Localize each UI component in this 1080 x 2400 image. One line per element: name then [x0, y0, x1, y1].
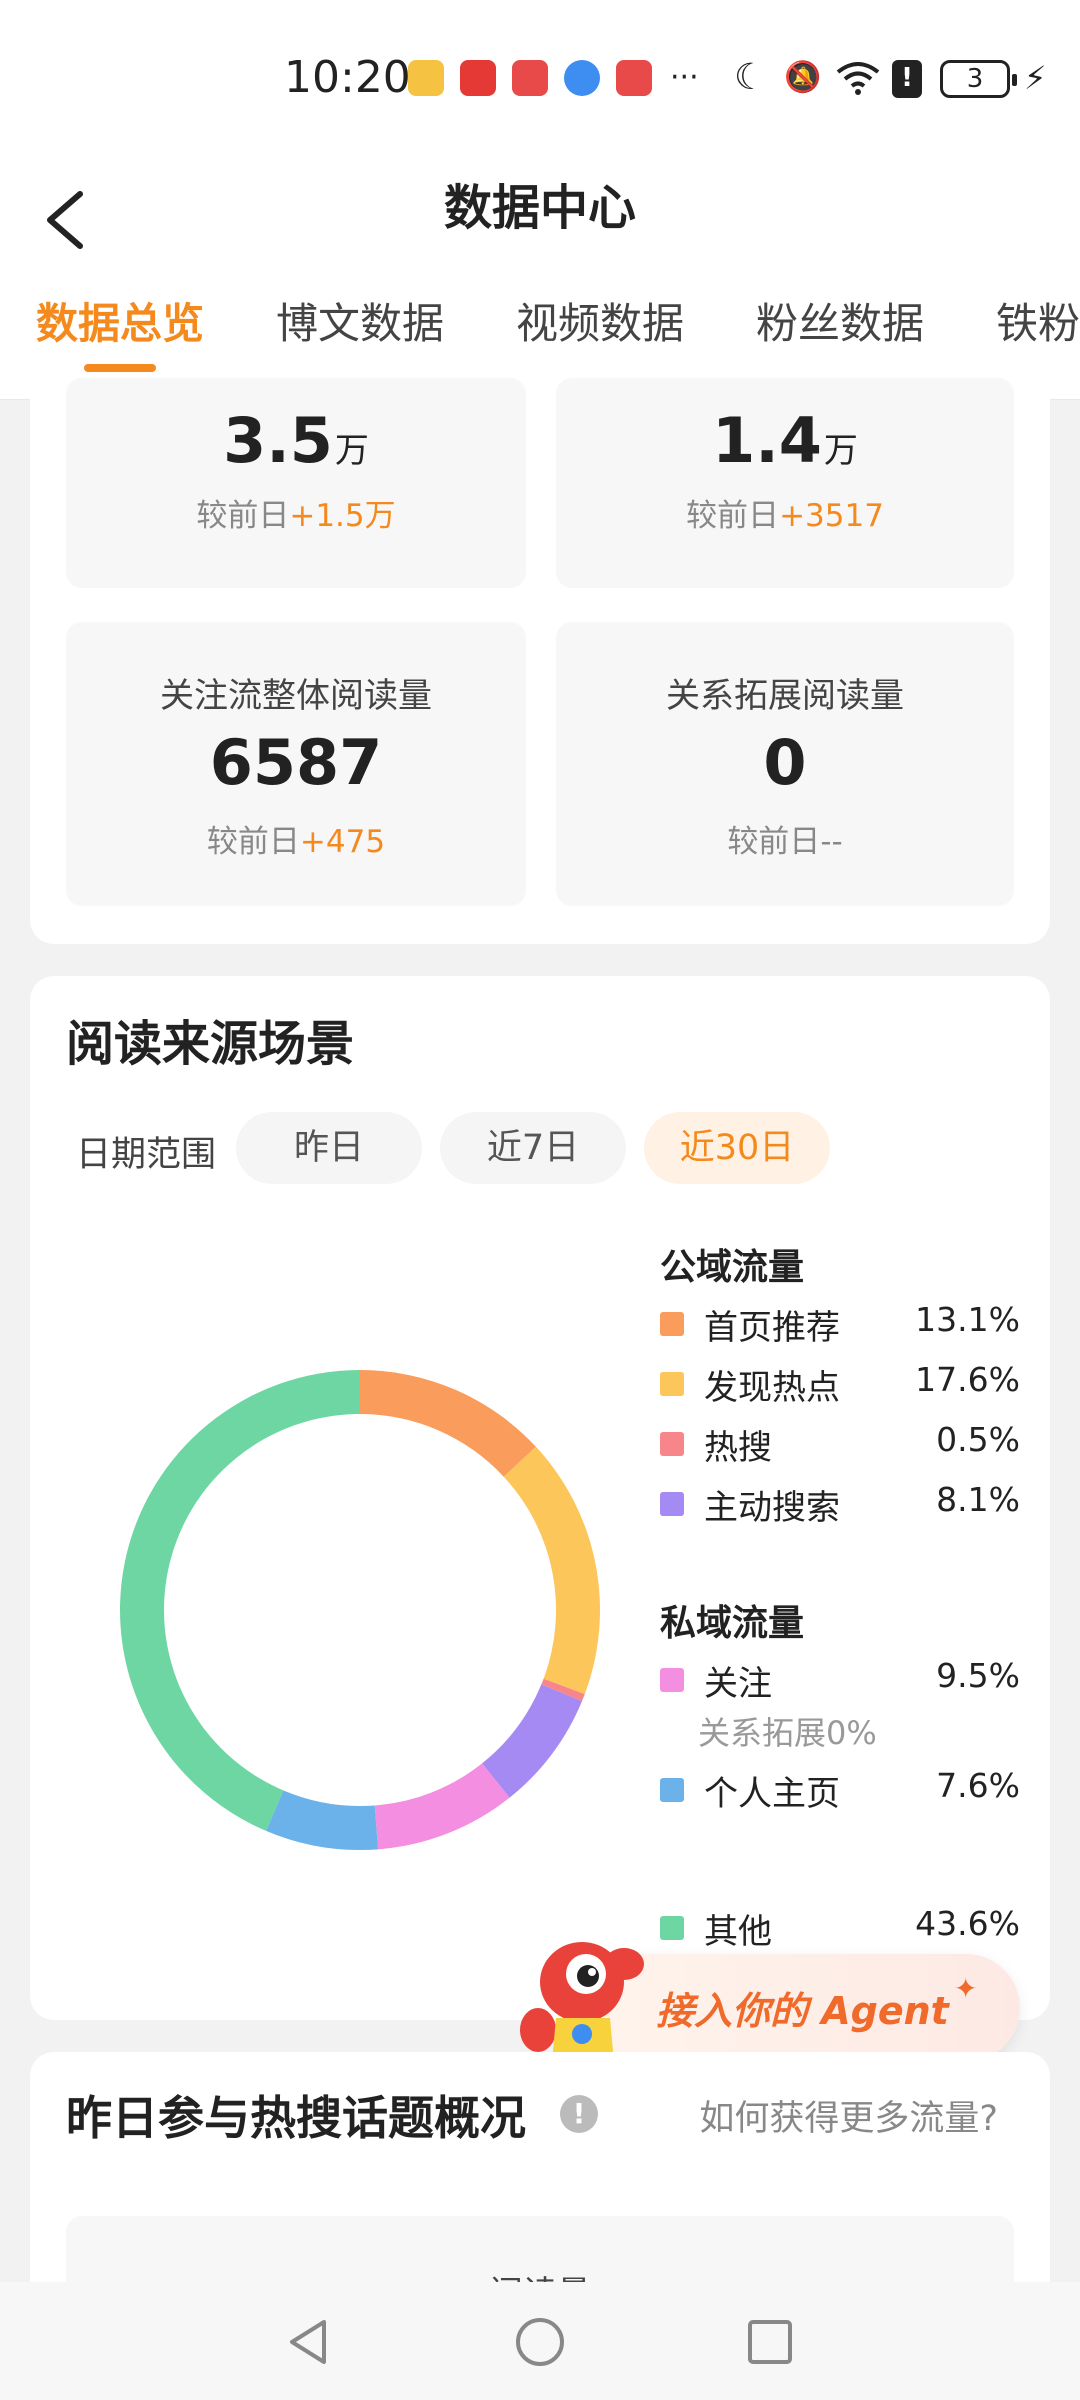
- charging-icon: ⚡: [1024, 59, 1047, 97]
- legend-pct: 9.5%: [936, 1656, 1020, 1695]
- date-range-label: 日期范围: [76, 1135, 217, 1175]
- tab-active-indicator: [84, 364, 156, 372]
- stat-box: 3.5万 较前日+1.5万: [66, 378, 526, 588]
- legend-name: 其他: [704, 1912, 772, 1952]
- stat-label: 关系拓展阅读量: [666, 676, 904, 716]
- mute-icon: 🔕: [784, 60, 822, 95]
- more-notifications-icon: ···: [670, 60, 699, 95]
- relation-expand-reads-box: 关系拓展阅读量 0 较前日--: [556, 622, 1014, 906]
- legend-pct: 8.1%: [936, 1480, 1020, 1519]
- legend-pct: 13.1%: [915, 1300, 1020, 1339]
- legend-item: 关注 9.5%: [660, 1656, 1020, 1704]
- nav-home-icon[interactable]: [510, 2312, 570, 2372]
- date-chip-7days[interactable]: 近7日: [440, 1112, 626, 1184]
- alert-icon: !: [892, 60, 922, 98]
- legend-name: 热搜: [704, 1428, 772, 1468]
- legend-public-title: 公域流量: [660, 1247, 805, 1288]
- donut-slice-1: [360, 1370, 536, 1477]
- status-bar: 10:20 ··· ☾ 🔕 ! 3 ⚡: [0, 0, 1080, 150]
- stat-delta: 较前日+3517: [686, 498, 884, 534]
- follow-feed-reads-box: 关注流整体阅读量 6587 较前日+475: [66, 622, 526, 906]
- legend-name: 个人主页: [704, 1774, 840, 1814]
- battery-icon: 3: [940, 60, 1017, 98]
- donut-slice-7: [119, 1370, 361, 1831]
- donut-slice-4: [482, 1684, 583, 1798]
- legend-pct: 0.5%: [936, 1420, 1020, 1459]
- legend-item: 热搜 0.5%: [660, 1420, 1020, 1468]
- sparkle-icon: ✦: [954, 1972, 978, 2005]
- overview-card: 3.5万 较前日+1.5万 1.4万 较前日+3517 关注流整体阅读量 658…: [30, 378, 1050, 944]
- stat-value: 3.5万: [223, 404, 369, 477]
- tab-video-data[interactable]: 视频数据: [516, 290, 684, 351]
- status-time: 10:20: [284, 52, 411, 103]
- legend-name: 关注: [704, 1664, 772, 1704]
- hot-topics-title: 昨日参与热搜话题概况: [66, 2091, 526, 2145]
- stat-label: 关注流整体阅读量: [160, 676, 432, 716]
- wifi-icon: [836, 60, 880, 103]
- page-title: 数据中心: [443, 180, 636, 236]
- legend-name: 发现热点: [704, 1368, 840, 1408]
- relation-expand-note: 关系拓展0%: [698, 1714, 877, 1752]
- stat-value: 0: [763, 726, 807, 799]
- stat-box: 1.4万 较前日+3517: [556, 378, 1014, 588]
- stat-value: 1.4万: [712, 404, 858, 477]
- info-icon[interactable]: !: [560, 2095, 598, 2133]
- app-header: 数据中心 数据总览 博文数据 视频数据 粉丝数据 铁粉: [0, 150, 1080, 400]
- nav-back-icon[interactable]: [278, 2312, 338, 2372]
- tab-data-overview[interactable]: 数据总览: [36, 290, 204, 351]
- stat-value: 6587: [209, 726, 383, 799]
- legend-swatch: [660, 1372, 684, 1396]
- stat-delta: 较前日+475: [206, 824, 386, 860]
- system-nav-bar: [0, 2282, 1080, 2400]
- donut-chart: [119, 1370, 600, 1850]
- tab-fans-data[interactable]: 粉丝数据: [756, 290, 924, 351]
- agent-banner-text: 接入你的 Agent: [656, 1989, 949, 2033]
- legend-private-title: 私域流量: [660, 1603, 805, 1644]
- legend-item: 首页推荐 13.1%: [660, 1300, 1020, 1348]
- nav-recents-icon[interactable]: [740, 2312, 800, 2372]
- do-not-disturb-icon: ☾: [734, 57, 767, 98]
- legend-name: 首页推荐: [704, 1308, 840, 1348]
- more-traffic-link[interactable]: 如何获得更多流量?: [699, 2090, 998, 2141]
- legend-swatch: [660, 1432, 684, 1456]
- donut-slice-5: [374, 1763, 510, 1850]
- legend-swatch: [660, 1312, 684, 1336]
- stat-unit: 万: [334, 431, 369, 471]
- legend-item: 发现热点 17.6%: [660, 1360, 1020, 1408]
- legend-swatch: [660, 1778, 684, 1802]
- legend-item: 主动搜索 8.1%: [660, 1480, 1020, 1528]
- date-chip-yesterday[interactable]: 昨日: [236, 1112, 422, 1184]
- legend-swatch: [660, 1916, 684, 1940]
- tab-iron-fans[interactable]: 铁粉: [996, 290, 1080, 351]
- section-title: 阅读来源场景: [66, 1016, 355, 1072]
- stat-delta: 较前日+1.5万: [196, 498, 396, 534]
- reader-app-icon: [512, 60, 548, 96]
- legend-name: 主动搜索: [704, 1488, 840, 1528]
- donut-slice-2: [503, 1446, 600, 1695]
- stat-delta: 较前日--: [727, 824, 843, 860]
- browser-app-icon: [564, 60, 600, 96]
- tab-post-data[interactable]: 博文数据: [276, 290, 444, 351]
- weibo-app-icon: [408, 60, 444, 96]
- legend-item: 其他 43.6%: [660, 1904, 1020, 1952]
- xiaohongshu-app-icon: [460, 60, 496, 96]
- legend-swatch: [660, 1668, 684, 1692]
- reader-app-icon: [616, 60, 652, 96]
- date-chip-30days[interactable]: 近30日: [644, 1112, 830, 1184]
- legend-pct: 7.6%: [936, 1766, 1020, 1805]
- legend-swatch: [660, 1492, 684, 1516]
- legend-pct: 17.6%: [915, 1360, 1020, 1399]
- legend-pct: 43.6%: [915, 1904, 1020, 1943]
- donut-slice-6: [266, 1790, 379, 1850]
- legend-item: 个人主页 7.6%: [660, 1766, 1020, 1814]
- stat-unit: 万: [823, 431, 858, 471]
